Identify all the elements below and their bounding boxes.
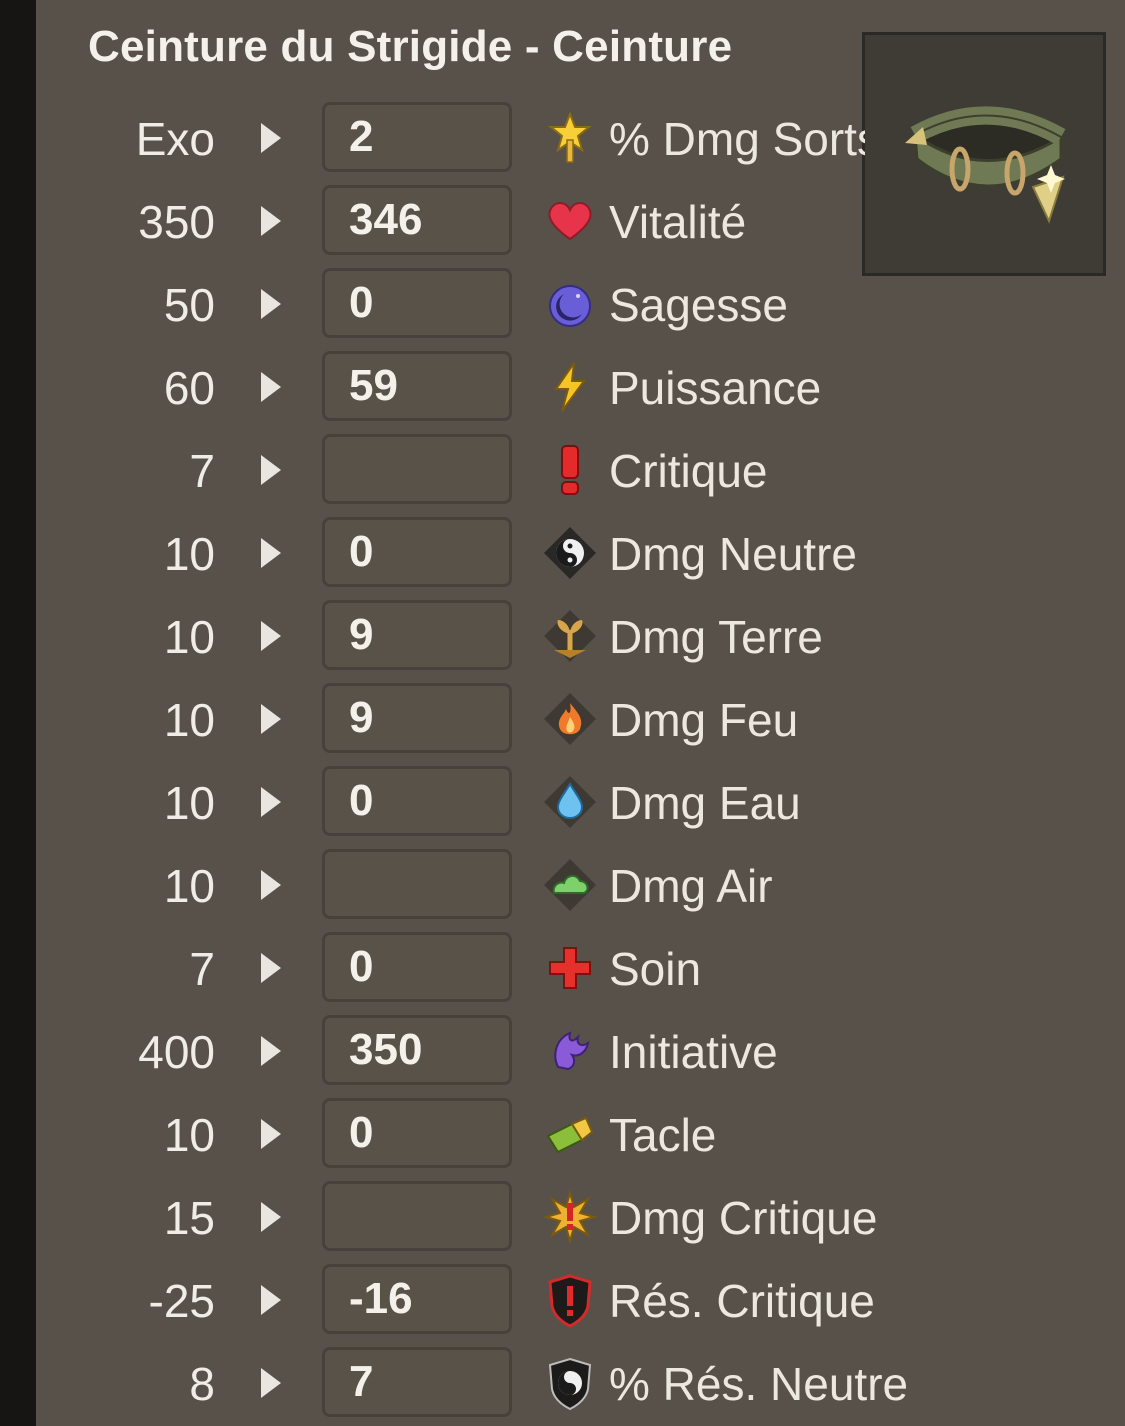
stat-label: Vitalité (609, 196, 747, 248)
stat-max: 7 (189, 943, 215, 995)
stat-label: Initiative (609, 1026, 778, 1078)
initiative-icon (542, 1023, 598, 1079)
stat-max: 60 (163, 362, 215, 414)
stat-label: Dmg Terre (609, 611, 823, 663)
stat-value-input[interactable]: 0 (322, 517, 512, 587)
earth-sprout-icon (542, 608, 598, 664)
play-arrow-icon[interactable] (258, 701, 284, 737)
stat-label: Dmg Neutre (609, 528, 857, 580)
cloud-icon (542, 857, 598, 913)
water-drop-icon (542, 774, 598, 830)
stat-value-input[interactable]: 346 (322, 185, 512, 255)
yin-yang-icon (542, 525, 598, 581)
lightning-icon (542, 359, 598, 415)
stat-max: 10 (163, 777, 215, 829)
stat-value-input[interactable] (322, 1181, 512, 1251)
stat-max: 400 (138, 1026, 215, 1078)
stat-max: 10 (163, 528, 215, 580)
stat-value-input[interactable]: 7 (322, 1347, 512, 1417)
play-arrow-icon[interactable] (258, 950, 284, 986)
stat-value-input[interactable]: 2 (322, 102, 512, 172)
stat-label: Dmg Air (609, 860, 773, 912)
stat-row: 10 0 Tacle (0, 1092, 1125, 1175)
stat-value-input[interactable] (322, 434, 512, 504)
stat-label: Dmg Feu (609, 694, 799, 746)
stat-row: 10 Dmg Air (0, 843, 1125, 926)
stat-value-input[interactable]: 0 (322, 1098, 512, 1168)
stat-max: 8 (189, 1358, 215, 1410)
stat-value-input[interactable]: 350 (322, 1015, 512, 1085)
play-arrow-icon[interactable] (258, 369, 284, 405)
stat-max: -25 (148, 1275, 215, 1327)
tackle-icon (542, 1106, 598, 1162)
stat-max: 10 (163, 1109, 215, 1161)
stat-row: 60 59 Puissance (0, 345, 1125, 428)
star-arrow-icon (542, 110, 598, 166)
stat-row: 15 Dmg Critique (0, 1175, 1125, 1258)
play-arrow-icon[interactable] (258, 1199, 284, 1235)
stat-max: 7 (189, 445, 215, 497)
stat-label: Sagesse (609, 279, 789, 331)
stat-row: 10 9 Dmg Feu (0, 677, 1125, 760)
stat-row: 350 346 Vitalité (0, 179, 1125, 262)
play-arrow-icon[interactable] (258, 203, 284, 239)
play-arrow-icon[interactable] (258, 867, 284, 903)
critical-burst-icon (542, 1189, 598, 1245)
stat-value-input[interactable]: 9 (322, 683, 512, 753)
stat-row: 7 0 Soin (0, 926, 1125, 1009)
play-arrow-icon[interactable] (258, 618, 284, 654)
stat-value-input[interactable]: 0 (322, 268, 512, 338)
fire-icon (542, 691, 598, 747)
item-title: Ceinture du Strigide - Ceinture (88, 22, 733, 71)
play-arrow-icon[interactable] (258, 452, 284, 488)
stat-max: 10 (163, 860, 215, 912)
play-arrow-icon[interactable] (258, 1365, 284, 1401)
stat-max: 15 (163, 1192, 215, 1244)
stat-label: Tacle (609, 1109, 717, 1161)
stat-label: Critique (609, 445, 768, 497)
stat-label: Soin (609, 943, 702, 995)
red-cross-icon (542, 940, 598, 996)
stat-row: -25 -16 Rés. Critique (0, 1258, 1125, 1341)
shield-exclamation-icon (542, 1272, 598, 1328)
heart-icon (542, 193, 598, 249)
stat-row: 400 350 Initiative (0, 1009, 1125, 1092)
moon-icon (542, 276, 598, 332)
play-arrow-icon[interactable] (258, 1033, 284, 1069)
stat-value-input[interactable]: -16 (322, 1264, 512, 1334)
stat-max: Exo (135, 113, 215, 165)
stat-label: Rés. Critique (609, 1275, 875, 1327)
stat-max: 10 (163, 694, 215, 746)
play-arrow-icon[interactable] (258, 784, 284, 820)
stat-label: Dmg Eau (609, 777, 801, 829)
stat-value-input[interactable]: 9 (322, 600, 512, 670)
stat-label: Dmg Critique (609, 1192, 878, 1244)
play-arrow-icon[interactable] (258, 286, 284, 322)
stat-value-input[interactable]: 0 (322, 766, 512, 836)
play-arrow-icon[interactable] (258, 1116, 284, 1152)
stat-row: 10 0 Dmg Eau (0, 760, 1125, 843)
stat-label: % Rés. Neutre (609, 1358, 909, 1410)
stat-row: 10 0 Dmg Neutre (0, 511, 1125, 594)
stat-max: 50 (163, 279, 215, 331)
stat-label: % Dmg Sorts (609, 113, 865, 165)
play-arrow-icon[interactable] (258, 120, 284, 156)
stat-row: 7 Critique (0, 428, 1125, 511)
stat-value-input[interactable]: 59 (322, 351, 512, 421)
stat-value-input[interactable] (322, 849, 512, 919)
stat-row: 50 0 Sagesse (0, 262, 1125, 345)
stat-row: Exo 2 % Dmg Sorts (0, 96, 1125, 179)
play-arrow-icon[interactable] (258, 535, 284, 571)
stat-max: 10 (163, 611, 215, 663)
yin-yang-shield-icon (542, 1355, 598, 1411)
stat-row: 8 7 % Rés. Neutre (0, 1341, 1125, 1424)
exclamation-icon (542, 442, 598, 498)
play-arrow-icon[interactable] (258, 1282, 284, 1318)
stat-row: 10 9 Dmg Terre (0, 594, 1125, 677)
stat-label: Puissance (609, 362, 822, 414)
stat-value-input[interactable]: 0 (322, 932, 512, 1002)
stat-max: 350 (138, 196, 215, 248)
stat-rows: Exo 2 % Dmg Sorts 350 346 Vitalité 50 0 Sagesse 6… (0, 96, 1125, 1424)
